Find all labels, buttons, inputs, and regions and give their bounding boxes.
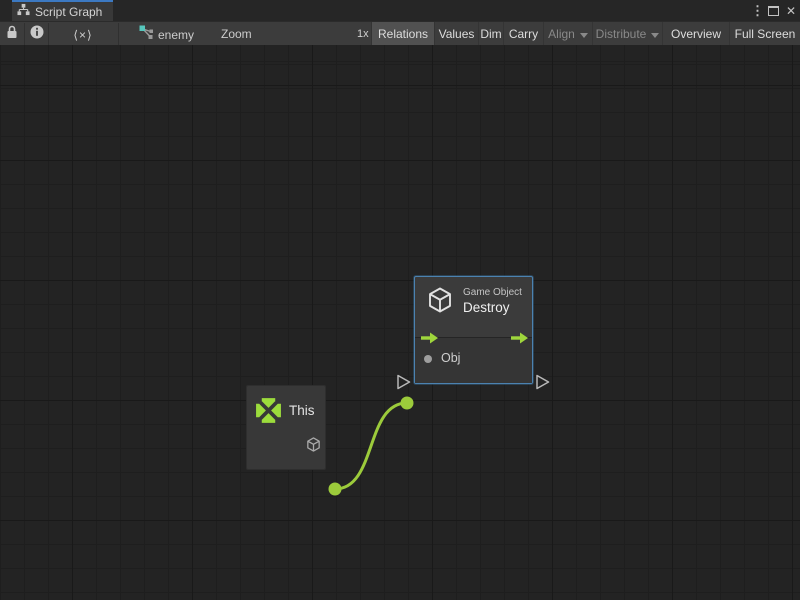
this-converge-icon bbox=[254, 396, 283, 430]
window-menu-icon[interactable]: ⋮ bbox=[751, 0, 764, 21]
obj-input-port[interactable] bbox=[424, 355, 432, 363]
wire-source-dot bbox=[329, 483, 342, 496]
graph-name: enemy bbox=[158, 28, 194, 42]
maximize-icon[interactable] bbox=[768, 0, 779, 21]
zoom-label: Zoom bbox=[221, 22, 252, 46]
values-button[interactable]: Values bbox=[434, 22, 478, 46]
code-preview-button[interactable]: ⟨×⟩ bbox=[49, 23, 117, 46]
dim-button[interactable]: Dim bbox=[478, 22, 503, 46]
carry-button[interactable]: Carry bbox=[503, 22, 543, 46]
script-graph-icon bbox=[17, 3, 30, 21]
relations-button[interactable]: Relations bbox=[371, 22, 434, 46]
tab-label: Script Graph bbox=[35, 5, 102, 19]
lock-button[interactable] bbox=[0, 23, 24, 46]
game-object-cube-icon bbox=[425, 285, 455, 320]
overview-button[interactable]: Overview bbox=[662, 22, 729, 46]
lock-icon bbox=[6, 25, 18, 44]
graph-canvas[interactable]: Game Object Destroy Obj bbox=[0, 45, 800, 600]
connection-wire[interactable] bbox=[329, 397, 414, 496]
info-icon bbox=[30, 25, 44, 44]
full-screen-button[interactable]: Full Screen bbox=[729, 22, 800, 46]
align-dropdown[interactable]: Align bbox=[543, 22, 592, 46]
info-button[interactable] bbox=[25, 23, 48, 46]
node-title: Destroy bbox=[463, 300, 510, 315]
control-output-arrow-icon[interactable] bbox=[511, 331, 528, 349]
node-destroy[interactable]: Game Object Destroy Obj bbox=[414, 276, 533, 384]
toolbar-separator bbox=[118, 23, 119, 46]
external-control-output-triangle-icon[interactable] bbox=[537, 376, 549, 389]
connection-layer bbox=[0, 90, 800, 600]
graph-asset-icon bbox=[139, 25, 154, 45]
chevron-down-icon bbox=[580, 33, 588, 38]
node-title: This bbox=[289, 403, 315, 418]
toolbar-right-group: Relations Values Dim Carry Align Distrib… bbox=[371, 22, 800, 46]
tab-script-graph[interactable]: Script Graph bbox=[12, 0, 113, 21]
script-graph-window: Script Graph ⋮ ✕ bbox=[0, 0, 800, 600]
tab-bar: Script Graph ⋮ ✕ bbox=[0, 0, 800, 21]
graph-toolbar: ⟨×⟩ enemy Zoom 1x Relations Values Dim C… bbox=[0, 21, 800, 45]
close-icon[interactable]: ✕ bbox=[786, 0, 796, 21]
graph-breadcrumb[interactable]: enemy bbox=[139, 23, 194, 46]
obj-port-label: Obj bbox=[441, 351, 460, 365]
chevron-down-icon bbox=[651, 33, 659, 38]
node-category: Game Object bbox=[463, 287, 522, 298]
distribute-dropdown[interactable]: Distribute bbox=[592, 22, 662, 46]
wire-target-dot bbox=[401, 397, 414, 410]
external-control-input-triangle-icon[interactable] bbox=[398, 376, 410, 389]
code-toggle-icon: ⟨×⟩ bbox=[73, 28, 92, 42]
node-this[interactable]: This bbox=[246, 385, 326, 470]
game-object-output-port-cube-icon[interactable] bbox=[305, 436, 322, 458]
zoom-value: 1x bbox=[357, 22, 369, 46]
control-input-arrow-icon[interactable] bbox=[421, 331, 438, 349]
